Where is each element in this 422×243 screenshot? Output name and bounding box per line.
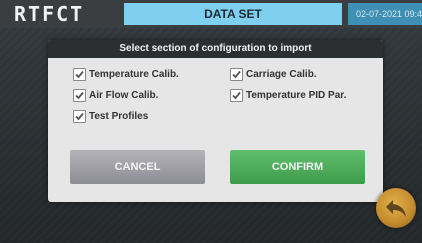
option-temperature-calib[interactable]: Temperature Calib. — [73, 67, 179, 81]
top-bar: RTFCT DATA SET 02-07-2021 09:48 — [0, 0, 422, 28]
datetime-display: 02-07-2021 09:48 — [348, 3, 422, 25]
option-temperature-pid-par[interactable]: Temperature PID Par. — [230, 88, 346, 102]
checkbox-air-flow-calib[interactable] — [73, 88, 86, 102]
option-test-profiles[interactable]: Test Profiles — [73, 109, 148, 123]
import-config-dialog: Select section of configuration to impor… — [48, 40, 383, 202]
checkmark-icon — [75, 70, 84, 78]
checkmark-icon — [232, 70, 241, 78]
confirm-button[interactable]: CONFIRM — [230, 150, 365, 184]
option-label: Air Flow Calib. — [89, 89, 159, 101]
brand-logo: RTFCT — [14, 2, 85, 26]
option-air-flow-calib[interactable]: Air Flow Calib. — [73, 88, 158, 102]
option-label: Test Profiles — [89, 110, 149, 122]
checkbox-temperature-pid-par[interactable] — [230, 88, 243, 102]
option-carriage-calib[interactable]: Carriage Calib. — [230, 67, 317, 81]
checkbox-test-profiles[interactable] — [73, 109, 86, 123]
back-button[interactable] — [376, 188, 416, 228]
checkmark-icon — [75, 91, 84, 99]
checkbox-temperature-calib[interactable] — [73, 67, 86, 81]
checkmark-icon — [232, 91, 241, 99]
back-arrow-icon — [386, 200, 406, 217]
dialog-title: Select section of configuration to impor… — [48, 40, 383, 58]
cancel-button[interactable]: CANCEL — [70, 150, 205, 184]
option-label: Carriage Calib. — [246, 68, 317, 80]
device-screen: RTFCT DATA SET 02-07-2021 09:48 Select s… — [0, 0, 422, 243]
option-label: Temperature PID Par. — [246, 89, 347, 101]
option-label: Temperature Calib. — [89, 68, 179, 80]
page-title: DATA SET — [124, 3, 342, 25]
checkmark-icon — [75, 112, 84, 120]
checkbox-carriage-calib[interactable] — [230, 67, 243, 81]
